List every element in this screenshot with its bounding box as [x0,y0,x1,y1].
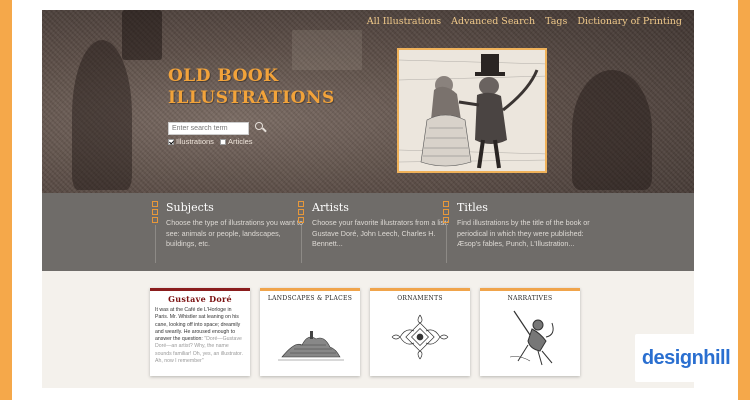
section-subjects-text: Choose the type of illustrations you wan… [166,218,304,248]
illustrations-checkbox[interactable] [168,138,174,145]
section-artists-text: Choose your favorite illustrators from a… [312,218,449,248]
card-landscapes-title: LANDSCAPES & PLACES [267,295,353,302]
section-titles[interactable]: Titles Find illustrations by the title o… [443,201,597,263]
nav-all-illustrations[interactable]: All Illustrations [367,16,441,27]
designhill-badge: designhill [635,334,737,382]
site-logo[interactable]: OLD BOOK ILLUSTRATIONS [168,65,335,109]
articles-option[interactable]: Articles [219,137,253,146]
card-narratives-title: NARRATIVES [507,295,553,302]
section-subjects-title[interactable]: Subjects [166,201,306,214]
nav-advanced-search[interactable]: Advanced Search [451,16,535,27]
search-bar [168,121,267,135]
top-nav: All Illustrations Advanced Search Tags D… [367,16,682,27]
logo-line-1: OLD BOOK [168,66,279,86]
ornament-icon [443,201,449,263]
card-ornaments-title: ORNAMENTS [397,295,443,302]
section-titles-title[interactable]: Titles [457,201,597,214]
card-landscapes-places[interactable]: LANDSCAPES & PLACES [260,288,360,376]
featured-illustration[interactable] [397,48,547,173]
illustrations-option[interactable]: Illustrations [168,137,214,146]
card-dore-text: It was at the Café de L'Horloge in Paris… [155,307,246,365]
search-scope: Illustrations Articles [168,137,253,146]
card-dore-title: Gustave Doré [168,294,232,304]
illustrations-label: Illustrations [176,137,214,146]
nav-dictionary-of-printing[interactable]: Dictionary of Printing [577,16,682,27]
articles-label: Articles [227,137,253,146]
designhill-logo: designhill [641,346,731,369]
bg-figure-right [572,70,652,190]
narrative-engraving [509,310,554,366]
nav-tags[interactable]: Tags [545,16,567,27]
ornament-engraving [391,314,449,360]
section-artists-title[interactable]: Artists [312,201,452,214]
section-subjects[interactable]: Subjects Choose the type of illustration… [152,201,306,263]
section-artists[interactable]: Artists Choose your favorite illustrator… [298,201,452,263]
bg-figure [72,40,132,190]
articles-checkbox[interactable] [219,138,226,145]
ornament-icon [298,201,304,263]
hero-banner: All Illustrations Advanced Search Tags D… [42,10,694,193]
bg-top-hat [122,10,162,60]
ornament-icon [152,201,158,263]
section-titles-text: Find illustrations by the title of the b… [457,218,590,248]
site-container: All Illustrations Advanced Search Tags D… [42,10,694,388]
logo-line-2: ILLUSTRATIONS [168,88,335,108]
category-band: Subjects Choose the type of illustration… [42,193,694,271]
card-ornaments[interactable]: ORNAMENTS [370,288,470,376]
card-narratives[interactable]: NARRATIVES [480,288,580,376]
bg-poster [292,30,362,70]
search-icon[interactable] [253,121,267,135]
search-input[interactable] [168,121,249,135]
card-gustave-dore[interactable]: Gustave Doré It was at the Café de L'Hor… [150,288,250,376]
cat-gentleman-engraving [399,50,545,171]
feature-cards: Gustave Doré It was at the Café de L'Hor… [150,288,580,376]
landscape-engraving [278,331,344,361]
